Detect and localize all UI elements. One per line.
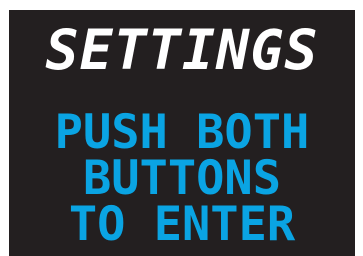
message-line-1: PUSH BOTH — [54, 105, 310, 160]
message-line-3: TO ENTER — [68, 197, 296, 252]
instruction-message: PUSH BOTH BUTTONS TO ENTER — [9, 105, 355, 252]
display-screen: SETTINGS PUSH BOTH BUTTONS TO ENTER — [9, 10, 355, 256]
screen-title: SETTINGS — [45, 18, 319, 82]
message-line-2: BUTTONS — [82, 151, 282, 206]
